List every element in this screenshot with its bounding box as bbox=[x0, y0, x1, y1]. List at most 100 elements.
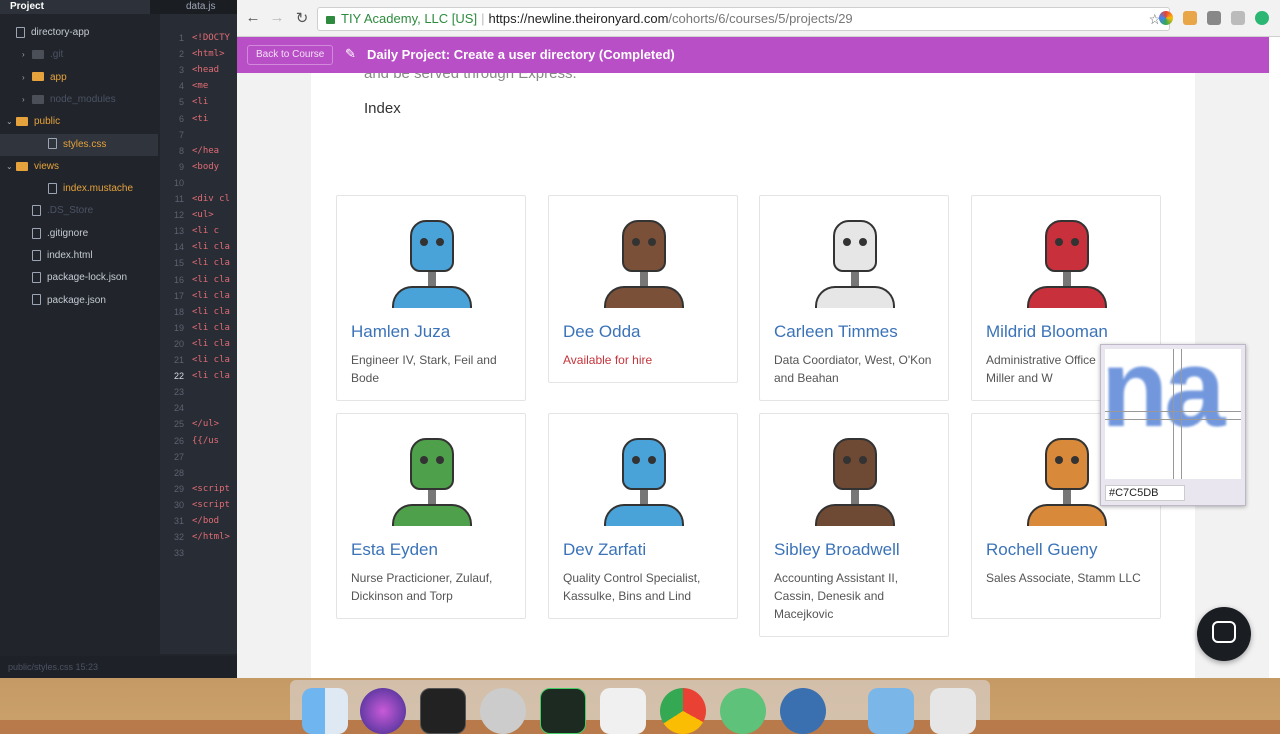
folder-icon bbox=[32, 94, 44, 104]
extension-color-icon[interactable] bbox=[1159, 11, 1173, 25]
extension-folder-icon[interactable] bbox=[1183, 11, 1197, 25]
project-title: Daily Project: Create a user directory (… bbox=[367, 47, 675, 62]
back-arrow-icon[interactable]: ← bbox=[243, 9, 263, 26]
tab-project[interactable]: Project bbox=[0, 0, 150, 14]
line-number: 32 bbox=[173, 532, 184, 543]
slack-icon[interactable] bbox=[600, 688, 646, 734]
user-card[interactable]: Carleen Timmes Data Coordiator, West, O'K… bbox=[759, 195, 949, 401]
user-card[interactable]: Sibley Broadwell Accounting Assistant II,… bbox=[759, 413, 949, 637]
line-number: 13 bbox=[173, 226, 184, 237]
code-line: <li cla bbox=[192, 371, 230, 382]
user-name-link[interactable]: Hamlen Juza bbox=[351, 322, 450, 342]
extension-box-icon[interactable] bbox=[1231, 11, 1245, 25]
address-bar[interactable]: TIY Academy, LLC [US] | https://newline.th… bbox=[317, 7, 1170, 31]
tree-item[interactable]: package.json bbox=[0, 290, 158, 312]
pencil-icon: ✎ bbox=[345, 46, 356, 61]
robot-avatar bbox=[594, 202, 694, 308]
user-role: Nurse Practicioner, Zulauf, Dickinson an… bbox=[351, 571, 493, 603]
code-line: <script bbox=[192, 499, 230, 510]
line-number: 24 bbox=[173, 403, 184, 414]
macos-dock bbox=[290, 680, 990, 734]
color-picker-magnifier[interactable]: na #C7C5DB bbox=[1100, 344, 1246, 506]
app-icon[interactable] bbox=[780, 688, 826, 734]
folder-icon bbox=[16, 117, 28, 127]
robot-avatar bbox=[382, 202, 482, 308]
line-number: 18 bbox=[173, 306, 184, 317]
tree-item[interactable]: styles.css bbox=[0, 133, 158, 156]
index-heading: Index bbox=[364, 100, 401, 117]
code-line: <li cla bbox=[192, 242, 230, 253]
user-name-link[interactable]: Mildrid Blooman bbox=[986, 322, 1108, 342]
code-view[interactable]: <!DOCTY <html> <head <me <li <ti </hea <b… bbox=[188, 14, 238, 654]
code-line: <li cla bbox=[192, 338, 230, 349]
terminal-icon[interactable] bbox=[420, 688, 466, 734]
line-number: 29 bbox=[173, 483, 184, 494]
tree-item[interactable]: .DS_Store bbox=[0, 200, 158, 222]
line-number: 25 bbox=[173, 419, 184, 430]
file-icon bbox=[32, 227, 41, 239]
trash-icon[interactable] bbox=[930, 688, 976, 734]
line-number: 7 bbox=[178, 129, 184, 140]
user-name-link[interactable]: Dee Odda bbox=[563, 322, 641, 342]
tree-item[interactable]: .gitignore bbox=[0, 223, 158, 245]
downloads-folder-icon[interactable] bbox=[868, 688, 914, 734]
tree-item-label: index.mustache bbox=[63, 183, 134, 195]
user-name-link[interactable]: Esta Eyden bbox=[351, 540, 438, 560]
tree-item[interactable]: ⌄ views bbox=[0, 156, 158, 178]
file-icon bbox=[32, 272, 41, 284]
user-card[interactable]: Dee Odda Available for hire bbox=[548, 195, 738, 383]
tree-item[interactable]: index.html bbox=[0, 245, 158, 267]
folder-icon bbox=[16, 161, 28, 171]
tree-item-label: directory-app bbox=[31, 27, 90, 38]
launchpad-icon[interactable] bbox=[480, 688, 526, 734]
tree-item[interactable]: › node_modules bbox=[0, 89, 158, 111]
file-icon bbox=[16, 26, 25, 38]
course-header-bar: Back to Course ✎ Daily Project: Create a… bbox=[237, 37, 1269, 73]
user-role: Data Coordiator, West, O'Kon and Beahan bbox=[774, 353, 932, 385]
forward-arrow-icon[interactable]: → bbox=[267, 9, 287, 26]
back-to-course-button[interactable]: Back to Course bbox=[247, 45, 334, 65]
atom-icon[interactable] bbox=[720, 688, 766, 734]
robot-avatar bbox=[382, 420, 482, 526]
code-line: <html> bbox=[192, 49, 225, 60]
tree-item[interactable]: index.mustache bbox=[0, 178, 158, 200]
tree-item[interactable]: package-lock.json bbox=[0, 267, 158, 289]
user-name-link[interactable]: Dev Zarfati bbox=[563, 540, 646, 560]
tree-item[interactable]: › .git bbox=[0, 44, 158, 66]
tab-data-js[interactable]: data.js bbox=[176, 0, 225, 14]
tree-item[interactable]: ⌄ public bbox=[0, 111, 158, 133]
user-name-link[interactable]: Carleen Timmes bbox=[774, 322, 898, 342]
url-host: https://newline.theironyard.com bbox=[488, 11, 669, 26]
chat-launcher-button[interactable] bbox=[1197, 607, 1251, 661]
code-line: <li cla bbox=[192, 274, 230, 285]
user-name-link[interactable]: Sibley Broadwell bbox=[774, 540, 900, 560]
code-editor-window: Project data.js directory-app › .git › app › n… bbox=[0, 0, 238, 678]
user-card[interactable]: Dev Zarfati Quality Control Specialist, K… bbox=[548, 413, 738, 619]
hex-color-field[interactable]: #C7C5DB bbox=[1105, 485, 1185, 501]
chat-icon bbox=[1212, 621, 1236, 643]
reload-icon[interactable]: ↻ bbox=[292, 9, 312, 27]
user-card[interactable]: Hamlen Juza Engineer IV, Stark, Feil and … bbox=[336, 195, 526, 401]
tree-item-label: views bbox=[34, 160, 60, 172]
editor-tab-bar: Project data.js bbox=[0, 0, 238, 14]
robot-avatar bbox=[805, 420, 905, 526]
code-line: <!DOCTY bbox=[192, 33, 230, 43]
siri-icon[interactable] bbox=[360, 688, 406, 734]
code-line: <ti bbox=[192, 113, 209, 124]
user-card[interactable]: Esta Eyden Nurse Practicioner, Zulauf, Di… bbox=[336, 413, 526, 619]
activity-monitor-icon[interactable] bbox=[540, 688, 586, 734]
extension-bug-icon[interactable] bbox=[1207, 11, 1221, 25]
lock-icon bbox=[326, 15, 335, 24]
chrome-icon[interactable] bbox=[660, 688, 706, 734]
code-line: <script bbox=[192, 483, 230, 494]
user-name-link[interactable]: Rochell Gueny bbox=[986, 540, 1098, 560]
paragraph-text: and be served through Express. bbox=[364, 73, 577, 82]
tree-item[interactable]: › app bbox=[0, 67, 158, 89]
line-number: 1 bbox=[178, 33, 184, 43]
tree-item-label: .git bbox=[50, 49, 64, 61]
finder-icon[interactable] bbox=[302, 688, 348, 734]
tree-item[interactable]: directory-app bbox=[0, 22, 158, 44]
code-line: <ul> bbox=[192, 210, 214, 221]
line-number: 31 bbox=[173, 516, 184, 526]
extension-green-icon[interactable] bbox=[1255, 11, 1269, 25]
